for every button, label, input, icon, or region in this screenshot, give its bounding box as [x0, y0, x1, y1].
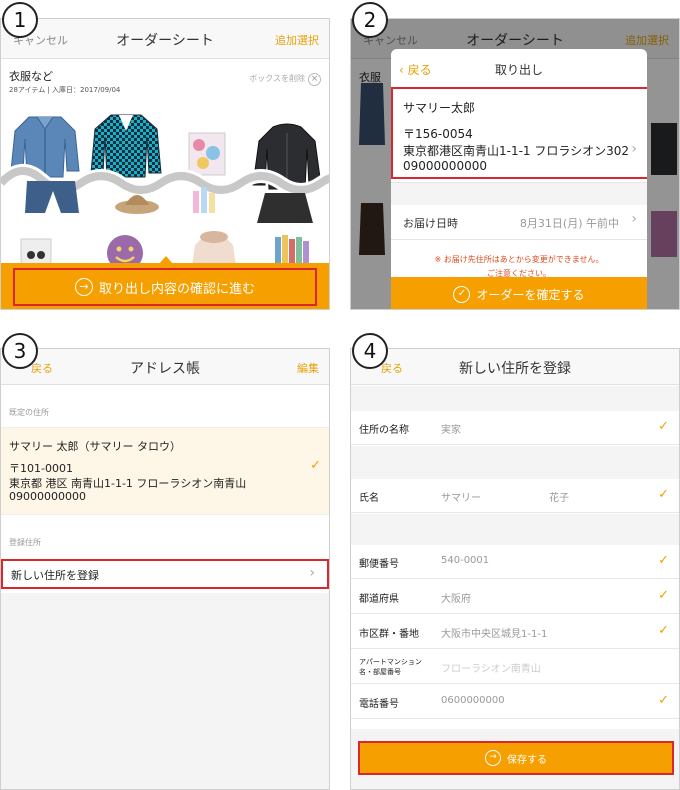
address-zip: 〒101-0001: [9, 462, 73, 475]
pickup-modal: 取り出し ‹ 戻る サマリー太郎 〒156-0054 東京都港区南青山1-1-1…: [391, 49, 647, 309]
section-gap: [351, 446, 679, 479]
default-address-card[interactable]: サマリー 太郎（サマリー タロウ） 〒101-0001 東京都 港区 南青山1-…: [1, 427, 329, 515]
jeans-image[interactable]: [21, 179, 81, 215]
field-label: 市区群・番地: [359, 629, 419, 640]
step-number-3: 3: [2, 333, 38, 369]
address-book-screen: 戻る アドレス帳 編集 既定の住所 サマリー 太郎（サマリー タロウ） 〒101…: [0, 348, 330, 790]
field-label: 電話番号: [359, 699, 399, 710]
check-icon: ✓: [658, 487, 669, 502]
name-field[interactable]: 氏名 サマリー 花子 ✓: [351, 479, 679, 513]
field-placeholder: フローラシオン南青山: [441, 664, 541, 675]
last-name-value: サマリー: [441, 493, 481, 504]
delete-box-button[interactable]: ボックスを削除 ×: [249, 73, 321, 86]
phone-field[interactable]: 電話番号 0600000000 ✓: [351, 685, 679, 719]
delivery-label: お届け日時: [403, 217, 458, 230]
field-value: 大阪市中央区城見1-1-1: [441, 629, 548, 640]
registered-address-heading: 登録住所: [9, 538, 41, 547]
address-highlight: [391, 87, 647, 179]
field-label-line-2: 名・部屋番号: [359, 668, 401, 676]
empty-area: [1, 593, 329, 789]
confirm-label: オーダーを確定する: [476, 287, 585, 302]
navigation-bar: 戻る 新しい住所を登録: [351, 349, 679, 385]
caret-up-icon: [159, 256, 173, 264]
field-value: 実家: [441, 425, 461, 436]
section-gap: [351, 386, 679, 411]
check-icon: ✓: [658, 588, 669, 603]
cosmetics-image[interactable]: [191, 181, 221, 215]
address-line: 東京都 港区 南青山1-1-1 フローラシオン南青山: [9, 477, 247, 490]
add-select-button[interactable]: 追加選択: [275, 32, 319, 48]
field-label-line-1: アパートマンション: [359, 658, 422, 666]
section-gap: [391, 183, 647, 205]
delete-box-label: ボックスを削除: [249, 74, 305, 83]
divider: [391, 239, 647, 240]
delivery-value: 8月31日(月) 午前中: [519, 217, 619, 230]
check-circle-icon: ✓: [453, 285, 471, 303]
section-gap: [351, 514, 679, 545]
add-new-address-label: 新しい住所を登録: [11, 569, 99, 582]
check-icon: ✓: [658, 419, 669, 434]
arrow-right-icon: →: [74, 278, 93, 296]
close-icon: ×: [308, 73, 321, 86]
notice-line-1: ※ お届け先住所はあとから変更ができません。: [434, 255, 604, 264]
check-icon: ✓: [658, 623, 669, 638]
chevron-right-icon: ›: [309, 565, 315, 581]
back-button[interactable]: ‹ 戻る: [399, 61, 432, 78]
address-name-field[interactable]: 住所の名称 実家 ✓: [351, 411, 679, 445]
navigation-bar: キャンセル オーダーシート 追加選択: [1, 19, 329, 59]
step-number-1: 1: [2, 2, 38, 38]
default-address-heading: 既定の住所: [9, 408, 49, 417]
field-label: アパートマンション 名・部屋番号: [359, 657, 422, 677]
chevron-right-icon: ›: [631, 211, 637, 227]
field-value: 0600000000: [441, 695, 505, 706]
check-icon: ✓: [310, 458, 321, 473]
step-number-4: 4: [352, 333, 388, 369]
prefecture-field[interactable]: 都道府県 大阪府 ✓: [351, 580, 679, 614]
edit-button[interactable]: 編集: [297, 360, 319, 376]
confirm-order-button[interactable]: ✓ オーダーを確定する: [391, 277, 647, 309]
page-title: 新しい住所を登録: [459, 361, 571, 377]
proceed-label: 取り出し内容の確認に進む: [98, 281, 255, 297]
chevron-left-icon: ‹: [399, 63, 404, 77]
field-value: 大阪府: [441, 594, 471, 605]
field-label: 都道府県: [359, 594, 399, 605]
field-label: 氏名: [359, 493, 379, 504]
straw-hat-image[interactable]: [113, 185, 161, 215]
building-field[interactable]: アパートマンション 名・部屋番号 フローラシオン南青山: [351, 650, 679, 684]
step-number-2: 2: [352, 2, 388, 38]
address-recipient: サマリー 太郎（サマリー タロウ）: [9, 440, 181, 453]
save-label: 保存する: [507, 754, 547, 766]
back-label: 戻る: [407, 63, 432, 77]
address-phone: 09000000000: [9, 490, 86, 503]
page-title: アドレス帳: [130, 361, 200, 377]
box-title: 衣服など: [9, 70, 53, 83]
city-field[interactable]: 市区群・番地 大阪市中央区城見1-1-1 ✓: [351, 615, 679, 649]
proceed-to-confirm-button[interactable]: → 取り出し内容の確認に進む: [13, 268, 317, 306]
check-icon: ✓: [658, 553, 669, 568]
check-icon: ✓: [658, 693, 669, 708]
box-meta: 28アイテム | 入庫日：2017/09/04: [9, 86, 121, 94]
first-name-value: 花子: [549, 493, 569, 504]
arrow-right-icon: →: [485, 750, 501, 766]
add-new-address-button[interactable]: 新しい住所を登録 ›: [1, 559, 329, 589]
zip-field[interactable]: 郵便番号 540-0001 ✓: [351, 545, 679, 579]
field-label: 住所の名称: [359, 425, 409, 436]
field-value: 540-0001: [441, 555, 490, 566]
new-address-screen: 戻る 新しい住所を登録 住所の名称 実家 ✓ 氏名 サマリー 花子 ✓ 郵便番号…: [350, 348, 680, 790]
field-label: 郵便番号: [359, 559, 399, 570]
save-button[interactable]: → 保存する: [358, 741, 674, 775]
order-sheet-screen: キャンセル オーダーシート 追加選択 衣服など 28アイテム | 入庫日：201…: [0, 18, 330, 310]
navigation-bar: 戻る アドレス帳 編集: [1, 349, 329, 385]
pickup-modal-screen: キャンセル オーダーシート 追加選択 衣服 取り出し ‹ 戻る サマリー太郎 〒…: [350, 18, 680, 310]
dark-jacket-image[interactable]: [255, 191, 315, 225]
